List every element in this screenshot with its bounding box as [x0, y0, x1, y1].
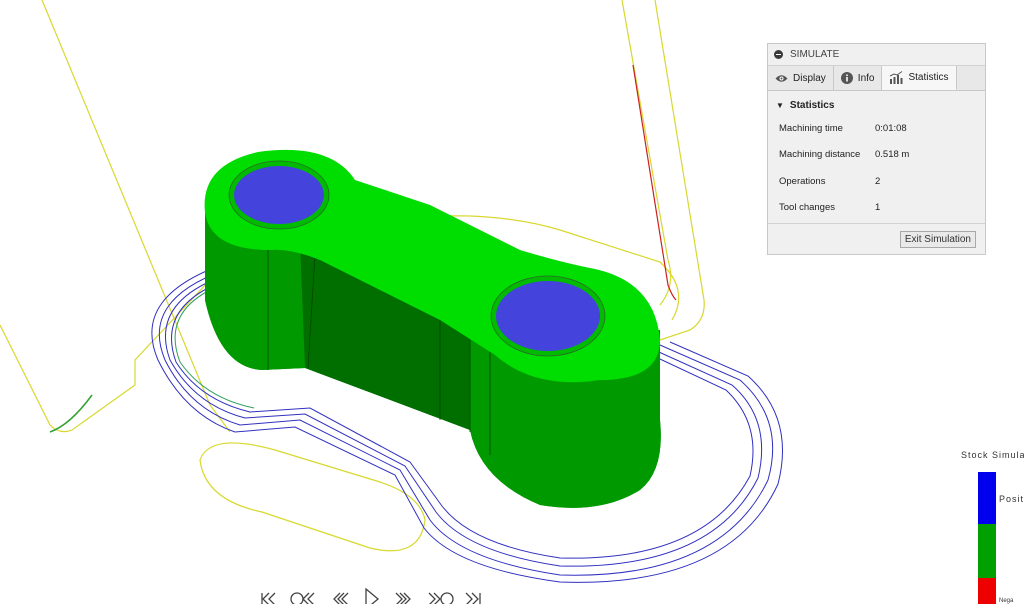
statistics-heading[interactable]: ▼ Statistics: [776, 100, 985, 111]
rewind-icon[interactable]: [332, 588, 352, 604]
statistics-chart-icon: [890, 71, 903, 84]
stock-legend-bar: [978, 472, 996, 604]
step-back-icon[interactable]: [289, 588, 315, 604]
legend-title: Stock Simula: [961, 450, 1024, 460]
step-forward-icon[interactable]: [427, 588, 455, 604]
stat-row-operations: Operations 2: [776, 168, 985, 195]
stat-value: 0:01:08: [875, 122, 907, 134]
panel-header: SIMULATE: [768, 44, 985, 66]
stat-value: 2: [875, 175, 881, 187]
tab-display[interactable]: Display: [768, 66, 834, 90]
stat-label: Operations: [779, 175, 826, 187]
tab-info[interactable]: Info: [834, 66, 883, 90]
stat-label: Machining time: [779, 122, 843, 134]
collapse-icon[interactable]: [774, 50, 783, 59]
tab-bar: Display Info Statistics: [768, 66, 985, 91]
panel-title: SIMULATE: [790, 49, 840, 60]
skip-to-end-icon[interactable]: [463, 588, 483, 604]
tab-statistics-label: Statistics: [908, 72, 949, 83]
legend-negative-label: Nega: [999, 598, 1014, 604]
stat-row-machining-distance: Machining distance 0.518 m: [776, 142, 985, 169]
legend-positive-swatch: [978, 472, 996, 524]
skip-to-start-icon[interactable]: [260, 588, 278, 604]
stat-value: 0.518 m: [875, 149, 910, 161]
machined-part: [204, 149, 661, 508]
playback-controls: [257, 588, 487, 604]
play-icon[interactable]: [364, 588, 380, 604]
panel-footer: Exit Simulation: [768, 223, 985, 254]
stat-row-machining-time: Machining time 0:01:08: [776, 115, 985, 142]
stat-label: Machining distance: [779, 149, 861, 161]
legend-neutral-swatch: [978, 524, 996, 578]
stat-label: Tool changes: [779, 202, 835, 214]
tab-statistics[interactable]: Statistics: [882, 66, 957, 90]
expand-triangle-icon: ▼: [776, 101, 784, 110]
statistics-section: ▼ Statistics Machining time 0:01:08 Mach…: [768, 100, 985, 221]
tab-info-label: Info: [857, 72, 875, 84]
exit-simulation-button[interactable]: Exit Simulation: [899, 231, 976, 248]
statistics-heading-label: Statistics: [789, 100, 835, 111]
simulate-panel: SIMULATE Display Info Statistics ▼ Stati…: [767, 43, 986, 255]
info-icon: [840, 72, 853, 84]
fast-forward-icon[interactable]: [392, 588, 412, 604]
legend-negative-swatch: [978, 578, 996, 604]
tab-display-label: Display: [793, 72, 826, 84]
stat-row-tool-changes: Tool changes 1: [776, 195, 985, 222]
legend-positive-label: Posit: [999, 494, 1024, 504]
stat-value: 1: [875, 202, 881, 214]
green-lead-in-path: [49, 394, 93, 433]
eye-icon: [775, 74, 788, 82]
